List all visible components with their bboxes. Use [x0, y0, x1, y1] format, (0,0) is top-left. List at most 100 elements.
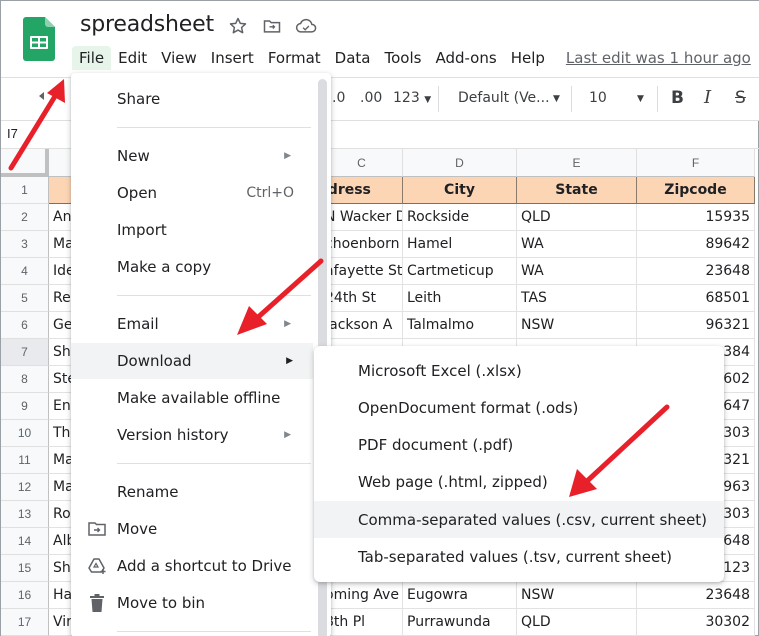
menu-insert[interactable]: Insert — [204, 46, 261, 70]
menu-edit[interactable]: Edit — [111, 46, 154, 70]
row-header[interactable]: 10 — [1, 420, 49, 447]
menu-item-download[interactable]: Download ▶ — [71, 343, 313, 379]
cell[interactable]: QLD — [517, 204, 637, 231]
column-header-f[interactable]: F — [637, 149, 755, 177]
download-xlsx[interactable]: Microsoft Excel (.xlsx) — [314, 352, 724, 389]
column-header-c[interactable]: C — [321, 149, 403, 177]
cell[interactable]: 15935 — [637, 204, 755, 231]
header-cell[interactable]: ldress — [321, 177, 403, 204]
menu-item-move-to-bin[interactable]: Move to bin — [71, 585, 311, 621]
name-box[interactable]: I7 — [7, 126, 18, 141]
column-header-d[interactable]: D — [403, 149, 517, 177]
cell[interactable]: 89642 — [637, 231, 755, 258]
menu-help[interactable]: Help — [504, 46, 552, 70]
cell[interactable]: Rockside — [403, 204, 517, 231]
row-header[interactable]: 1 — [1, 177, 49, 204]
cloud-saved-icon[interactable] — [295, 15, 317, 37]
font-size-arrow-icon[interactable]: ▼ — [637, 94, 644, 104]
download-pdf[interactable]: PDF document (.pdf) — [314, 426, 724, 463]
undo-icon[interactable] — [37, 88, 53, 108]
download-ods[interactable]: OpenDocument format (.ods) — [314, 389, 724, 426]
row-header[interactable]: 3 — [1, 231, 49, 258]
menu-item-open[interactable]: Open Ctrl+O — [71, 175, 311, 211]
row-header[interactable]: 2 — [1, 204, 49, 231]
cell[interactable]: TAS — [517, 285, 637, 312]
cell[interactable]: Leith — [403, 285, 517, 312]
menu-item-make-available-offline[interactable]: Make available offline — [71, 380, 311, 416]
cell[interactable]: 68501 — [637, 285, 755, 312]
header-cell[interactable]: City — [403, 177, 517, 204]
menu-tools[interactable]: Tools — [378, 46, 429, 70]
cell[interactable]: NSW — [517, 312, 637, 339]
row-header[interactable]: 12 — [1, 474, 49, 501]
decrease-decimal-button[interactable]: .0 — [332, 90, 345, 106]
number-format-dropdown[interactable]: 123 ▼ — [393, 90, 431, 106]
cell[interactable]: QLD — [517, 609, 637, 636]
cell[interactable]: oming Ave — [321, 582, 403, 609]
cell[interactable]: 24th St — [321, 285, 403, 312]
cell[interactable]: 23648 — [637, 258, 755, 285]
column-header-e[interactable]: E — [517, 149, 637, 177]
header-cell[interactable]: Zipcode — [637, 177, 755, 204]
row-header[interactable]: 5 — [1, 285, 49, 312]
menu-data[interactable]: Data — [328, 46, 378, 70]
menu-file[interactable]: File — [72, 46, 112, 70]
download-csv[interactable]: Comma-separated values (.csv, current sh… — [314, 501, 724, 538]
cell[interactable]: Talmalmo — [403, 312, 517, 339]
cell[interactable]: 30302 — [637, 609, 755, 636]
cell[interactable]: 96321 — [637, 312, 755, 339]
cell[interactable]: 8th Pl — [321, 609, 403, 636]
row-header[interactable]: 17 — [1, 609, 49, 636]
menu-item-email[interactable]: Email ▶ — [71, 306, 311, 342]
cell[interactable]: choenborn — [321, 231, 403, 258]
cell[interactable]: WA — [517, 231, 637, 258]
cell[interactable]: WA — [517, 258, 637, 285]
cell[interactable]: Hamel — [403, 231, 517, 258]
menu-format[interactable]: Format — [261, 46, 328, 70]
increase-decimal-button[interactable]: .00 — [360, 90, 382, 106]
menu-add-ons[interactable]: Add-ons — [428, 46, 503, 70]
font-size-dropdown[interactable]: 10 — [589, 90, 607, 106]
row-header[interactable]: 14 — [1, 528, 49, 555]
menu-item-share[interactable]: Share — [71, 81, 311, 117]
cell[interactable]: N Wacker D — [321, 204, 403, 231]
row-header[interactable]: 4 — [1, 258, 49, 285]
last-edit-link[interactable]: Last edit was 1 hour ago — [566, 49, 751, 67]
row-header[interactable]: 7 — [1, 339, 49, 366]
bold-button[interactable]: B — [671, 88, 684, 108]
cell[interactable]: Purrawunda — [403, 609, 517, 636]
cell[interactable]: Eugowra — [403, 582, 517, 609]
menu-item-add-shortcut[interactable]: Add a shortcut to Drive — [71, 548, 311, 584]
download-tsv[interactable]: Tab-separated values (.tsv, current shee… — [314, 538, 724, 575]
menu-item-new[interactable]: New ▶ — [71, 138, 311, 174]
download-html[interactable]: Web page (.html, zipped) — [314, 463, 724, 500]
row-header[interactable]: 8 — [1, 366, 49, 393]
row-header[interactable]: 16 — [1, 582, 49, 609]
row-header[interactable]: 11 — [1, 447, 49, 474]
italic-button[interactable]: I — [704, 87, 711, 108]
cell[interactable]: 23648 — [637, 582, 755, 609]
menu-item-import[interactable]: Import — [71, 212, 311, 248]
document-title[interactable]: spreadsheet — [80, 12, 214, 37]
row-header[interactable]: 13 — [1, 501, 49, 528]
strikethrough-button[interactable]: S — [735, 88, 746, 108]
row-header[interactable]: 15 — [1, 555, 49, 582]
cell[interactable]: afayette St — [321, 258, 403, 285]
cell[interactable]: Jackson A — [321, 312, 403, 339]
select-all-corner[interactable] — [1, 149, 49, 177]
font-family-dropdown[interactable]: Default (Ve... — [458, 90, 550, 106]
move-folder-icon[interactable] — [261, 15, 283, 37]
menu-item-version-history[interactable]: Version history ▶ — [71, 417, 311, 453]
sheets-logo-icon[interactable] — [23, 17, 55, 61]
row-header[interactable]: 9 — [1, 393, 49, 420]
star-icon[interactable] — [227, 15, 249, 37]
menu-item-make-copy[interactable]: Make a copy — [71, 249, 311, 285]
cell[interactable]: NSW — [517, 582, 637, 609]
row-header[interactable]: 6 — [1, 312, 49, 339]
header-cell[interactable]: State — [517, 177, 637, 204]
menu-item-rename[interactable]: Rename — [71, 474, 311, 510]
cell[interactable]: Cartmeticup — [403, 258, 517, 285]
menu-item-move[interactable]: Move — [71, 511, 311, 547]
font-dropdown-arrow-icon[interactable]: ▼ — [553, 94, 560, 104]
menu-view[interactable]: View — [154, 46, 204, 70]
